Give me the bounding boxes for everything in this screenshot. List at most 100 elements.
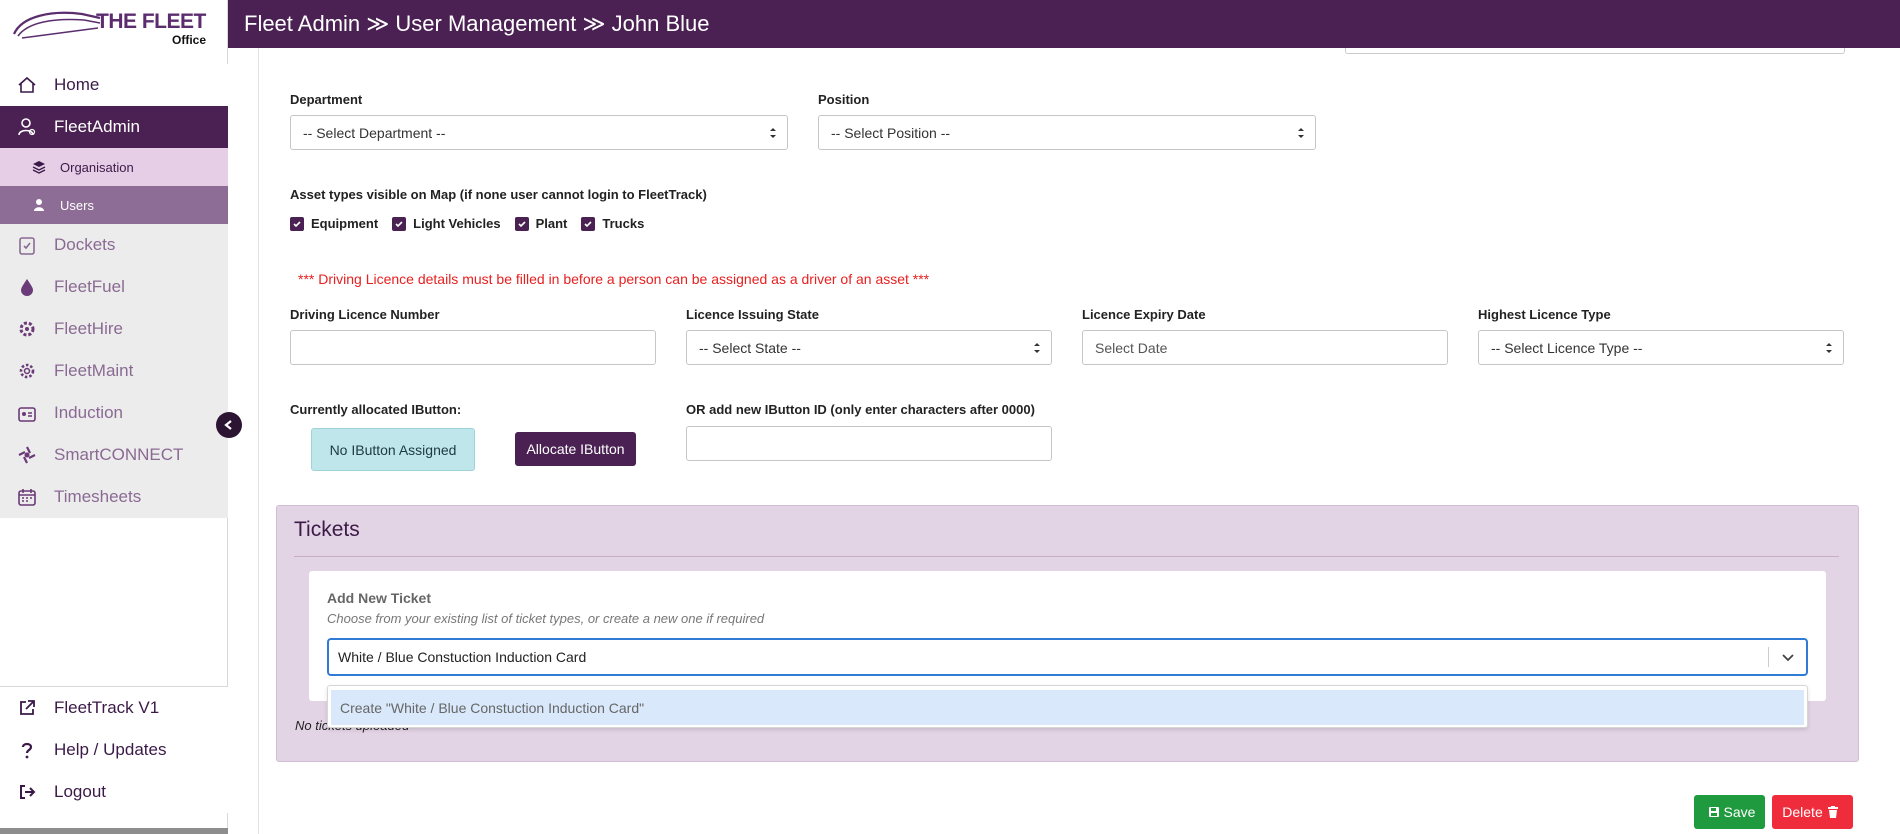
- new-ibutton-input[interactable]: [686, 426, 1052, 461]
- sidebar-item-timesheets[interactable]: Timesheets: [0, 476, 228, 518]
- checkbox-plant[interactable]: Plant: [514, 216, 568, 231]
- sidebar-item-label: FleetFuel: [54, 277, 125, 296]
- chevron-down-icon[interactable]: [1780, 649, 1796, 665]
- save-button[interactable]: Save: [1694, 795, 1765, 829]
- sidebar-item-help[interactable]: Help / Updates: [0, 729, 228, 771]
- department-select[interactable]: -- Select Department --: [290, 115, 788, 150]
- licence-type-select[interactable]: -- Select Licence Type --: [1478, 330, 1844, 365]
- combobox-value: White / Blue Constuction Induction Card: [338, 649, 587, 665]
- checkbox-equipment[interactable]: Equipment: [290, 216, 378, 231]
- combobox-divider: [1768, 647, 1769, 667]
- sidebar-item-induction[interactable]: Induction: [0, 392, 228, 434]
- breadcrumb: Fleet Admin ≫ User Management ≫ John Blu…: [244, 11, 710, 36]
- main-menu: Home FleetAdmin Organisation Users Docke…: [0, 64, 228, 518]
- tickets-title: Tickets: [294, 518, 360, 541]
- sidebar-item-label: FleetTrack V1: [54, 698, 160, 717]
- position-select[interactable]: -- Select Position --: [818, 115, 1316, 150]
- checkmark-icon: [514, 216, 529, 231]
- clipboard-icon: [16, 234, 38, 256]
- checkmark-icon: [290, 216, 304, 231]
- checkbox-label: Trucks: [602, 216, 645, 231]
- sidebar-item-fleettrack[interactable]: FleetTrack V1: [0, 687, 228, 729]
- sidebar-item-fleetfuel[interactable]: FleetFuel: [0, 266, 228, 308]
- trash-icon: [1827, 806, 1838, 818]
- home-icon: [16, 74, 38, 96]
- checkmark-icon: [392, 216, 407, 231]
- checkbox-trucks[interactable]: Trucks: [581, 216, 644, 231]
- ticket-type-combobox[interactable]: White / Blue Constuction Induction Card: [327, 638, 1808, 676]
- add-ticket-title: Add New Ticket: [327, 590, 431, 606]
- sidebar-item-fleetmaint[interactable]: FleetMaint: [0, 350, 228, 392]
- collapse-sidebar-button[interactable]: [216, 412, 242, 438]
- sidebar-item-label: Help / Updates: [54, 740, 167, 759]
- licence-state-label: Licence Issuing State: [686, 307, 819, 322]
- sidebar-item-dockets[interactable]: Dockets: [0, 224, 228, 266]
- calendar-icon: [16, 486, 38, 508]
- add-ticket-card: Add New Ticket Choose from your existing…: [309, 571, 1826, 701]
- licence-state-select[interactable]: -- Select State --: [686, 330, 1052, 365]
- licence-expiry-placeholder: Select Date: [1095, 339, 1168, 356]
- sidebar-item-fleethire[interactable]: FleetHire: [0, 308, 228, 350]
- drop-icon: [16, 276, 38, 298]
- position-label: Position: [818, 92, 870, 107]
- checkbox-label: Equipment: [311, 216, 379, 231]
- ibutton-status-badge: No IButton Assigned: [311, 428, 475, 471]
- notes-textarea[interactable]: [1345, 48, 1845, 54]
- sidebar-item-label: Timesheets: [54, 487, 142, 506]
- add-ticket-subtitle: Choose from your existing list of ticket…: [327, 611, 765, 626]
- licence-expiry-label: Licence Expiry Date: [1082, 307, 1206, 322]
- select-arrows-icon: [1034, 343, 1040, 353]
- licence-number-label: Driving Licence Number: [290, 307, 440, 322]
- sidebar-scrollbar[interactable]: [0, 828, 228, 834]
- sidebar-item-fleetadmin[interactable]: FleetAdmin: [0, 106, 228, 148]
- checkbox-light-vehicles[interactable]: Light Vehicles: [392, 216, 501, 231]
- sidebar-item-home[interactable]: Home: [0, 64, 228, 106]
- sidebar-item-logout[interactable]: Logout: [0, 771, 228, 813]
- sidebar-item-label: FleetHire: [54, 319, 123, 338]
- delete-button[interactable]: Delete: [1772, 795, 1853, 829]
- delete-label: Delete: [1782, 804, 1823, 820]
- sidebar-item-users[interactable]: Users: [0, 186, 228, 224]
- brand-name: THE FLEET: [96, 10, 206, 33]
- new-ibutton-label: OR add new IButton ID (only enter charac…: [686, 402, 1035, 417]
- sidebar-item-label: Home: [54, 75, 100, 94]
- floppy-disk-icon: [1708, 807, 1719, 817]
- checkbox-label: Plant: [535, 216, 568, 231]
- checkbox-label: Light Vehicles: [413, 216, 501, 231]
- licence-state-value: -- Select State --: [699, 339, 801, 356]
- sidebar-item-smartconnect[interactable]: SmartCONNECT: [0, 434, 228, 476]
- checkmark-icon: [581, 216, 596, 231]
- sidebar-item-label: Logout: [54, 782, 106, 801]
- divider: [294, 556, 1839, 557]
- sidebar-item-label: FleetAdmin: [54, 117, 140, 136]
- licence-number-input[interactable]: [290, 330, 656, 365]
- allocate-ibutton-button[interactable]: Allocate IButton: [515, 432, 636, 466]
- sidebar: THE FLEET Office Home FleetAdmin Organis…: [0, 0, 228, 834]
- layers-icon: [32, 160, 46, 174]
- sidebar-item-label: SmartCONNECT: [54, 445, 184, 464]
- department-value: -- Select Department --: [303, 124, 446, 141]
- select-arrows-icon: [770, 128, 776, 138]
- position-value: -- Select Position --: [831, 124, 951, 141]
- logo[interactable]: THE FLEET Office: [0, 0, 227, 48]
- create-ticket-type-option[interactable]: Create "White / Blue Constuction Inducti…: [331, 690, 1804, 725]
- licence-expiry-input[interactable]: Select Date: [1082, 330, 1448, 365]
- sidebar-item-label: FleetMaint: [54, 361, 134, 380]
- connect-icon: [16, 444, 38, 466]
- chevron-left-icon: [224, 420, 232, 430]
- licence-type-value: -- Select Licence Type --: [1491, 339, 1643, 356]
- sidebar-item-organisation[interactable]: Organisation: [0, 148, 228, 186]
- bottom-menu: FleetTrack V1 Help / Updates Logout: [0, 686, 228, 813]
- sidebar-item-label: Organisation: [60, 159, 134, 175]
- hire-gear-icon: [16, 318, 38, 340]
- page-header: Fleet Admin ≫ User Management ≫ John Blu…: [228, 0, 1900, 48]
- ticket-type-dropdown: Create "White / Blue Constuction Inducti…: [327, 685, 1808, 728]
- car-logo-icon: [12, 11, 101, 39]
- save-label: Save: [1723, 804, 1756, 820]
- question-icon: [16, 739, 38, 761]
- brand-sub: Office: [172, 33, 207, 47]
- asset-types-label: Asset types visible on Map (if none user…: [290, 187, 707, 202]
- select-arrows-icon: [1826, 343, 1832, 353]
- sidebar-item-label: Users: [60, 197, 94, 213]
- logout-icon: [16, 781, 38, 803]
